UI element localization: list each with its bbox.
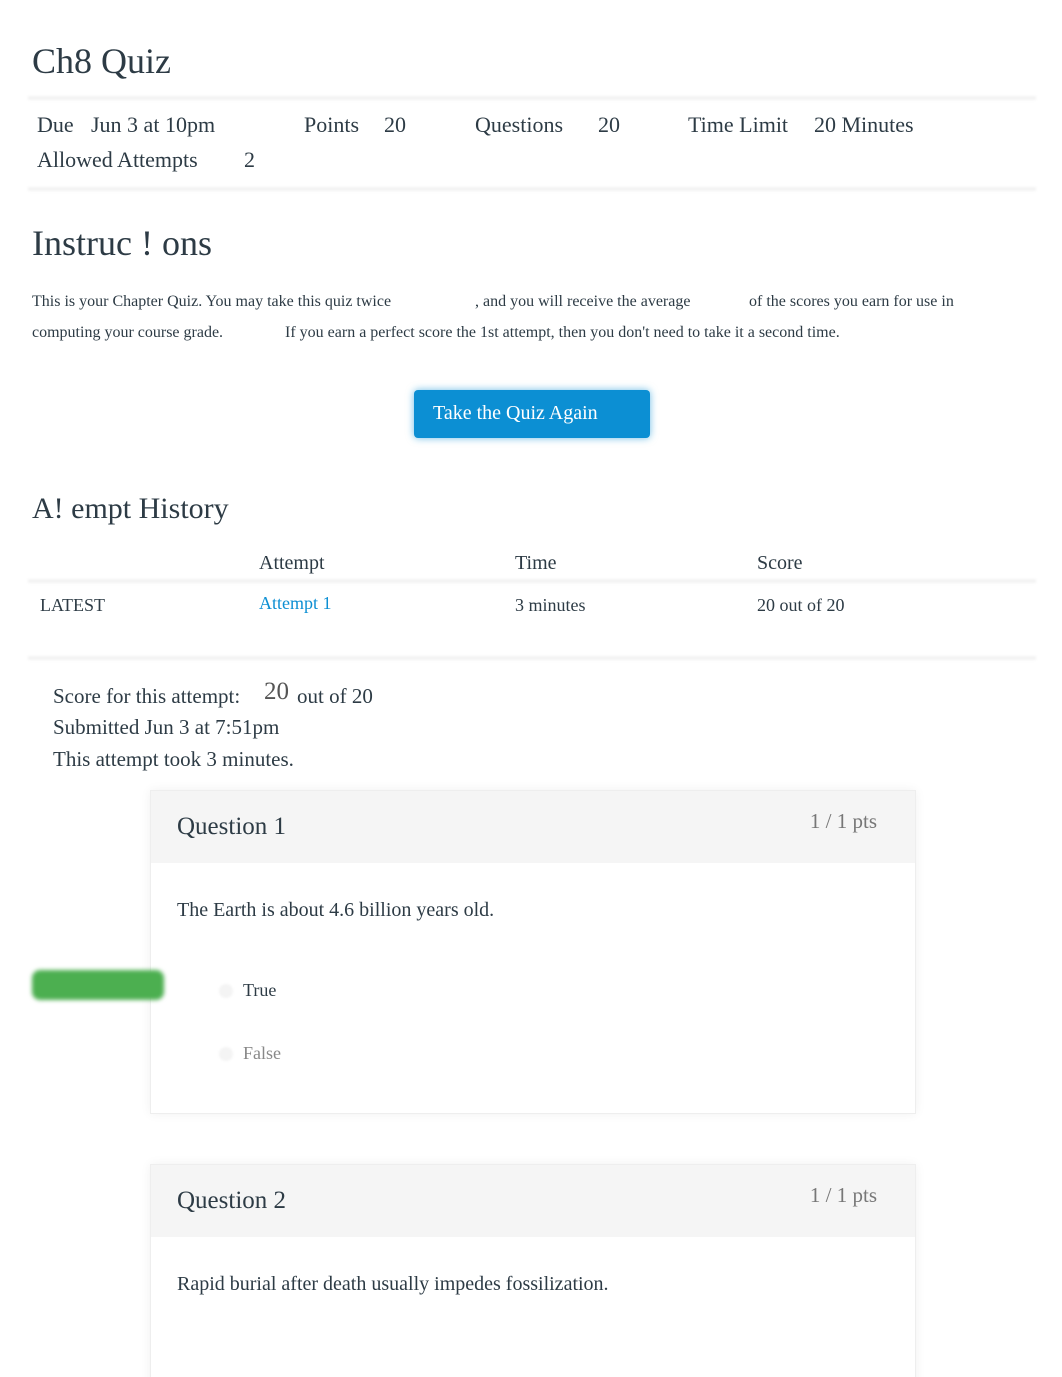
question-points: 1 / 1 pts: [809, 809, 877, 833]
question-1: Question 1 1 / 1 pts The Earth is about …: [150, 790, 916, 1114]
attempt-history-heading: A! empt History: [32, 492, 229, 525]
points-value: 20: [384, 112, 406, 137]
attempts-label: Allowed Attempts: [37, 147, 198, 172]
answer-false: False: [243, 1043, 281, 1063]
instructions-text: , and you will receive the average: [475, 293, 691, 310]
radio-false: [219, 1047, 233, 1061]
question-text: The Earth is about 4.6 billion years old…: [177, 899, 495, 921]
attempt-time: 3 minutes: [515, 595, 586, 615]
question-title: Question 1: [177, 813, 287, 840]
question-2: Question 2 1 / 1 pts Rapid burial after …: [150, 1164, 916, 1377]
instructions-text: If you earn a perfect score the 1st atte…: [285, 324, 840, 341]
question-text: Rapid burial after death usually impedes…: [177, 1273, 609, 1295]
time-limit-label: Time Limit: [688, 112, 789, 137]
divider: [28, 655, 1036, 661]
instructions-text: computing your course grade.: [32, 324, 224, 341]
score-total: out of 20: [297, 684, 373, 708]
take-quiz-again-button[interactable]: Take the Quiz Again: [414, 390, 650, 438]
time-limit-value: 20 Minutes: [814, 112, 914, 137]
score-label: Score for this attempt:: [53, 684, 241, 708]
due-value: Jun 3 at 10pm: [91, 112, 216, 137]
column-header-attempt: Attempt: [259, 552, 325, 574]
column-header-time: Time: [515, 552, 557, 574]
divider: [28, 578, 1036, 584]
duration-text: This attempt took 3 minutes.: [53, 747, 294, 771]
instructions-text: of the scores you earn for use in: [749, 293, 954, 310]
answer-true: True: [243, 980, 277, 1000]
due-label: Due: [37, 112, 74, 137]
questions-value: 20: [598, 112, 620, 137]
page-title: Ch8 Quiz: [32, 41, 171, 81]
score-value: 20: [264, 678, 289, 705]
submitted-text: Submitted Jun 3 at 7:51pm: [53, 715, 280, 739]
correct-answer-marker: [32, 970, 164, 1000]
question-points: 1 / 1 pts: [809, 1183, 877, 1207]
radio-true: [219, 984, 233, 998]
latest-tag: LATEST: [40, 595, 105, 615]
instructions-heading: Instruc ! ons: [32, 223, 212, 263]
attempt-link[interactable]: Attempt 1: [259, 593, 332, 614]
question-header: Question 1 1 / 1 pts: [151, 791, 915, 863]
divider: [28, 186, 1036, 192]
points-label: Points: [304, 112, 360, 137]
column-header-score: Score: [757, 552, 803, 574]
question-header: Question 2 1 / 1 pts: [151, 1165, 915, 1237]
divider: [28, 95, 1036, 101]
instructions-text: This is your Chapter Quiz. You may take …: [32, 293, 392, 310]
question-title: Question 2: [177, 1187, 287, 1214]
attempts-value: 2: [244, 147, 255, 172]
questions-label: Questions: [475, 112, 563, 137]
attempt-score: 20 out of 20: [757, 595, 845, 615]
